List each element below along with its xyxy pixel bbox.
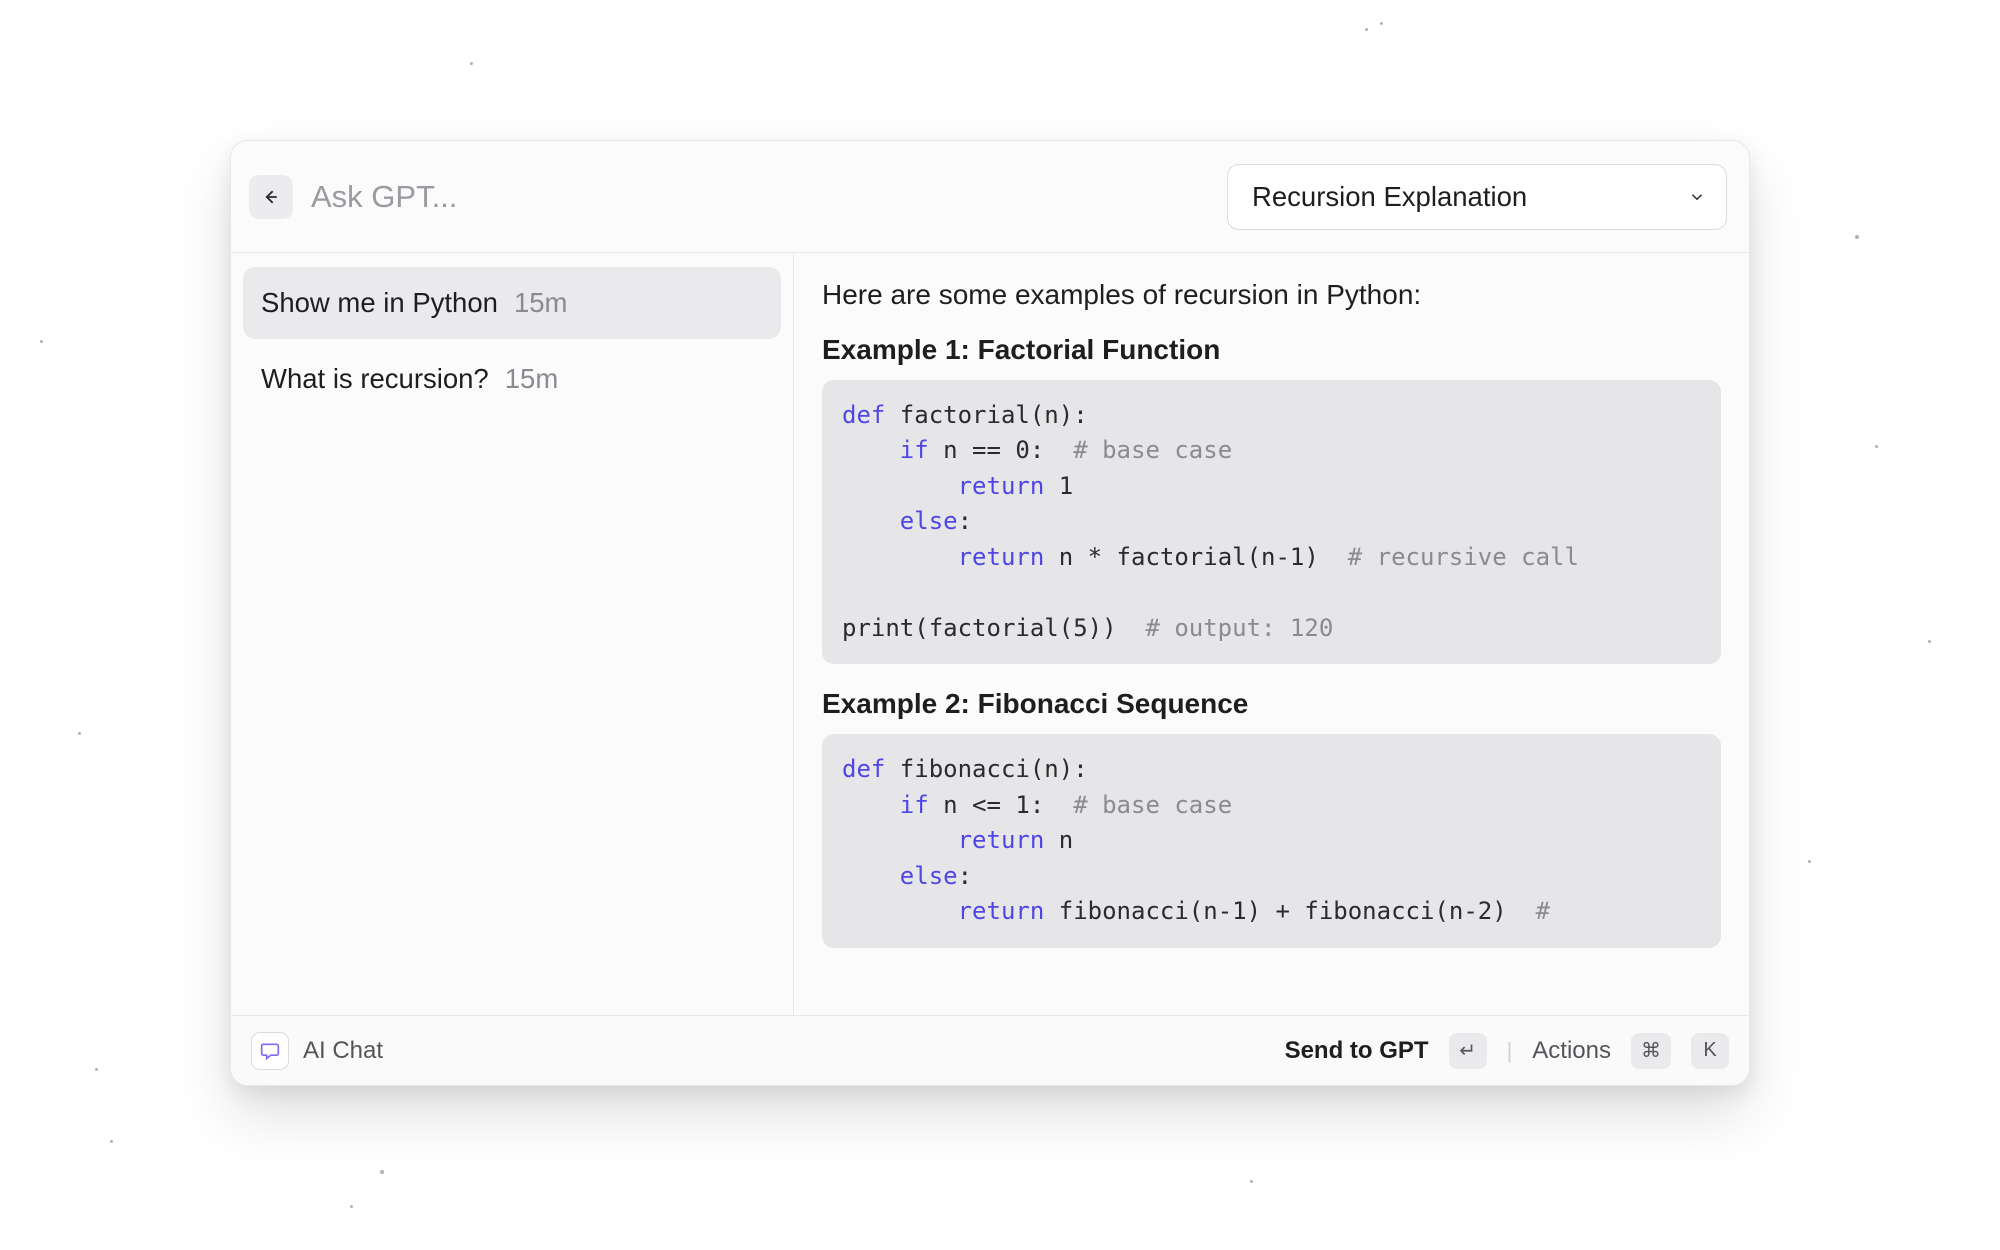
intro-text: Here are some examples of recursion in P… [822,275,1721,316]
app-name: AI Chat [303,1037,383,1065]
ask-input[interactable] [307,173,1213,221]
enter-key-icon: ↵ [1449,1033,1487,1069]
sidebar: Show me in Python 15m What is recursion?… [231,253,794,1015]
footer-divider: | [1507,1038,1513,1064]
app-window: Recursion Explanation Show me in Python … [230,140,1750,1086]
sidebar-item-time: 15m [505,363,559,395]
sidebar-item-label: Show me in Python [261,287,498,319]
sidebar-item-label: What is recursion? [261,363,489,395]
header-bar: Recursion Explanation [231,141,1749,253]
cmd-key-icon: ⌘ [1631,1033,1671,1069]
context-dropdown[interactable]: Recursion Explanation [1227,164,1727,230]
code-block-factorial: def factorial(n): if n == 0: # base case… [822,380,1721,665]
sidebar-item-time: 15m [514,287,568,319]
arrow-left-icon [261,187,281,207]
example-2-heading: Example 2: Fibonacci Sequence [822,688,1721,720]
content-pane: Here are some examples of recursion in P… [794,253,1749,1015]
chat-bubble-icon [260,1041,280,1061]
sidebar-item-what-is-recursion[interactable]: What is recursion? 15m [243,343,781,415]
back-button[interactable] [249,175,293,219]
k-key-icon: K [1691,1033,1729,1069]
sidebar-item-show-python[interactable]: Show me in Python 15m [243,267,781,339]
actions-button[interactable]: Actions [1532,1037,1611,1065]
body: Show me in Python 15m What is recursion?… [231,253,1749,1015]
example-1-heading: Example 1: Factorial Function [822,334,1721,366]
send-button[interactable]: Send to GPT [1285,1037,1429,1065]
chevron-down-icon [1688,188,1706,206]
code-block-fibonacci: def fibonacci(n): if n <= 1: # base case… [822,734,1721,948]
dropdown-label: Recursion Explanation [1252,181,1670,213]
app-icon [251,1032,289,1070]
footer-bar: AI Chat Send to GPT ↵ | Actions ⌘ K [231,1015,1749,1085]
